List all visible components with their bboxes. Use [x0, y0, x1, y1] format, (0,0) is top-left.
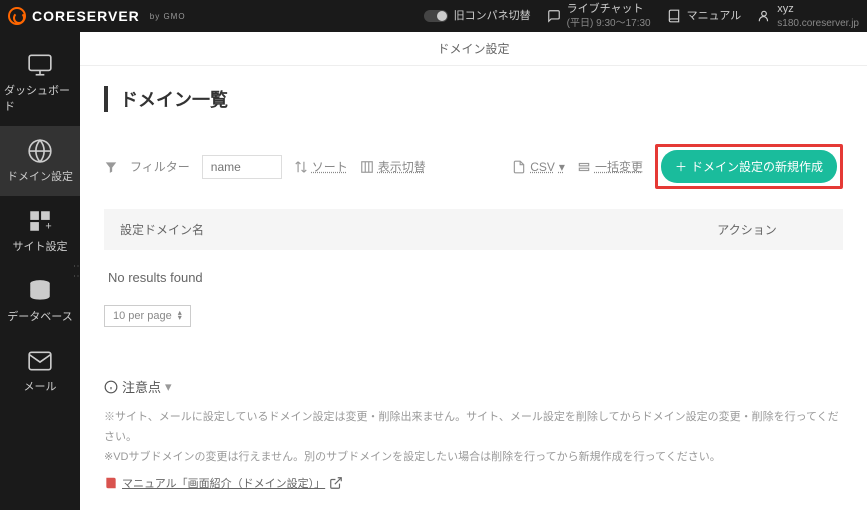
- info-icon: [104, 380, 118, 394]
- manual-page-link[interactable]: マニュアル「画面紹介（ドメイン設定）」: [104, 475, 343, 491]
- per-page-select[interactable]: 10 per page ▴▾: [104, 305, 191, 327]
- breadcrumb: ドメイン設定: [80, 32, 867, 66]
- sort-link[interactable]: ソート: [294, 158, 348, 175]
- notes-line1: ※サイト、メールに設定しているドメイン設定は変更・削除出来ません。サイト、メール…: [104, 408, 843, 448]
- livechat-hours: (平日) 9:30～17:30: [567, 17, 651, 30]
- filter-icon: [104, 160, 118, 174]
- external-link-icon: [329, 476, 343, 490]
- sidebar-item-site[interactable]: + サイト設定: [0, 196, 80, 266]
- livechat-link[interactable]: ライブチャット (平日) 9:30～17:30: [547, 2, 651, 29]
- mail-icon: [27, 348, 53, 374]
- monitor-icon: [27, 52, 53, 78]
- sidebar-item-dashboard[interactable]: ダッシュボード: [0, 40, 80, 126]
- table-header: 設定ドメイン名 アクション: [104, 209, 843, 250]
- bulk-label: 一括変更: [595, 158, 643, 175]
- brand-name: CORESERVER: [32, 8, 140, 24]
- old-panel-toggle[interactable]: 旧コンパネ切替: [424, 9, 531, 23]
- chevron-down-icon: ▾: [559, 160, 565, 174]
- manual-link-label: マニュアル「画面紹介（ドメイン設定）」: [122, 475, 325, 491]
- sidebar-item-domain[interactable]: ドメイン設定: [0, 126, 80, 196]
- chat-icon: [547, 9, 561, 23]
- book-small-icon: [104, 476, 118, 490]
- sidebar-item-mail[interactable]: メール: [0, 336, 80, 406]
- create-domain-button[interactable]: ＋ ドメイン設定の新規作成: [661, 150, 837, 183]
- sidebar-item-label: ダッシュボード: [4, 82, 76, 114]
- toggle-icon: [424, 10, 448, 22]
- brand-logo[interactable]: CORESERVER by GMO: [8, 7, 186, 25]
- manual-label: マニュアル: [687, 9, 742, 23]
- per-page-label: 10 per page: [113, 310, 172, 322]
- sort-icon: [294, 160, 308, 174]
- filter-label: フィルター: [130, 158, 190, 175]
- sidebar-item-label: メール: [24, 378, 57, 394]
- notes-title-row: 注意点 ▾: [104, 377, 843, 396]
- sidebar-item-label: ドメイン設定: [7, 168, 73, 184]
- col-action: アクション: [667, 221, 827, 238]
- manual-link[interactable]: マニュアル: [667, 9, 742, 23]
- sidebar: ダッシュボード ドメイン設定 + サイト設定 データベース メール ⋮⋮: [0, 32, 80, 510]
- no-results: No results found: [104, 250, 843, 305]
- livechat-label: ライブチャット: [567, 3, 644, 15]
- notes-title: 注意点: [122, 377, 161, 396]
- user-menu[interactable]: xyz s180.coreserver.jp: [757, 2, 859, 29]
- database-icon: [27, 278, 53, 304]
- logo-icon: [8, 7, 26, 25]
- plus-icon: ＋: [675, 158, 687, 175]
- notes-section: 注意点 ▾ ※サイト、メールに設定しているドメイン設定は変更・削除出来ません。サ…: [104, 377, 843, 493]
- main-content: ドメイン設定 ドメイン一覧 フィルター ソート 表示切替 CSV: [80, 32, 867, 510]
- col-domain: 設定ドメイン名: [120, 221, 667, 238]
- old-panel-label: 旧コンパネ切替: [454, 9, 531, 23]
- toolbar: フィルター ソート 表示切替 CSV ▾ 一括変更: [104, 144, 843, 189]
- filter-input[interactable]: [202, 155, 282, 179]
- grid-icon: +: [27, 208, 53, 234]
- create-label: ドメイン設定の新規作成: [691, 158, 823, 175]
- top-header: CORESERVER by GMO 旧コンパネ切替 ライブチャット (平日) 9:…: [0, 0, 867, 32]
- updown-icon: ▴▾: [178, 311, 182, 321]
- csv-link[interactable]: CSV ▾: [512, 160, 565, 174]
- svg-text:+: +: [45, 221, 51, 233]
- chevron-down-icon: ▾: [165, 379, 172, 395]
- sidebar-item-label: データベース: [7, 308, 72, 324]
- book-icon: [667, 9, 681, 23]
- sidebar-item-label: サイト設定: [13, 238, 68, 254]
- user-icon: [757, 9, 771, 23]
- csv-label: CSV: [530, 160, 555, 174]
- display-label: 表示切替: [378, 158, 426, 175]
- brand-sub: by GMO: [150, 12, 186, 21]
- columns-icon: [360, 160, 374, 174]
- user-host: s180.coreserver.jp: [777, 17, 859, 30]
- user-name: xyz: [777, 3, 794, 15]
- file-icon: [512, 160, 526, 174]
- page-title: ドメイン一覧: [104, 86, 843, 112]
- globe-icon: [27, 138, 53, 164]
- sort-label: ソート: [312, 158, 348, 175]
- bulk-link[interactable]: 一括変更: [577, 158, 643, 175]
- display-toggle[interactable]: 表示切替: [360, 158, 426, 175]
- layers-icon: [577, 160, 591, 174]
- create-highlight: ＋ ドメイン設定の新規作成: [655, 144, 843, 189]
- notes-line2: ※VDサブドメインの変更は行えません。別のサブドメインを設定したい場合は削除を行…: [104, 448, 843, 468]
- sidebar-item-database[interactable]: データベース: [0, 266, 80, 336]
